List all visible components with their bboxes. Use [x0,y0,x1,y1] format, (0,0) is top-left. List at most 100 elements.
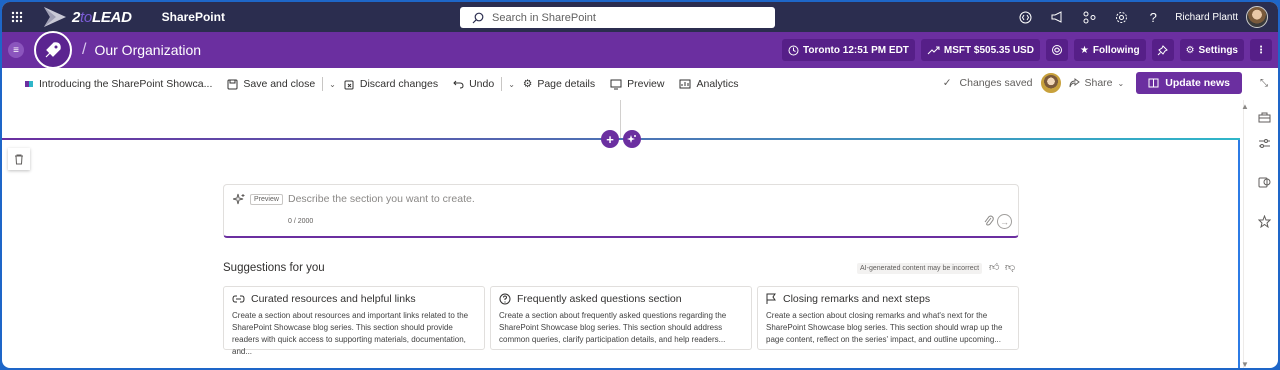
page-details-label: Page details [537,78,596,90]
breadcrumb-separator: / [82,41,87,58]
divider [501,77,503,91]
settings-button[interactable]: ⚙ Settings [1179,39,1244,61]
chevron-down-icon: ⌄ [1117,78,1125,88]
user-name[interactable]: Richard Plantt [1175,12,1238,23]
preview-label: Preview [627,78,665,90]
analytics-icon [679,79,691,89]
collapse-icon[interactable]: ⤡ [1260,78,1268,89]
help-icon[interactable]: ? [1137,2,1169,32]
brand-logo[interactable]: 2toLEAD [42,6,132,28]
card-description: Create a section about frequently asked … [499,311,727,344]
site-title[interactable]: Our Organization [94,42,201,58]
design-ideas-icon[interactable] [1257,175,1271,189]
page-name: Introducing the SharePoint Showca... [39,78,213,90]
more-button[interactable]: ⋮ [1250,39,1272,61]
star-icon: ★ [1079,44,1089,56]
save-close-button[interactable]: Save and close [227,78,315,90]
question-icon [499,293,511,305]
send-button[interactable]: → [997,214,1012,229]
update-news-button[interactable]: Update news [1136,72,1242,94]
share-label: Share [1084,77,1113,89]
discard-button[interactable]: Discard changes [344,78,438,90]
app-title[interactable]: SharePoint [162,10,225,24]
save-close-label: Save and close [243,78,316,90]
share-button[interactable]: Share ⌄ [1069,77,1125,89]
attach-icon[interactable] [984,215,994,227]
suggestions-title: Suggestions for you [223,262,325,274]
search-icon [472,12,484,23]
brand-name: 2toLEAD [72,8,132,26]
right-toolbox-rail [1243,100,1278,368]
command-bar-right: ✓ Changes saved Share ⌄ Update news ⤡ [943,72,1268,94]
site-logo[interactable] [34,31,72,69]
card-title: Frequently asked questions section [517,293,682,305]
analytics-label: Analytics [696,78,739,90]
user-avatar[interactable] [1246,6,1268,28]
pin-button[interactable] [1151,39,1174,61]
chevron-down-icon[interactable]: ⌄ [329,80,336,89]
discard-label: Discard changes [359,78,439,90]
thumbs-up-icon[interactable]: 👍︎ [989,261,999,273]
suite-bar: 2toLEAD SharePoint Search in SharePoint [2,2,1278,32]
editor-avatar[interactable] [1040,73,1061,93]
prompt-input[interactable]: Describe the section you want to create. [288,193,475,205]
ai-prompt-box[interactable]: Preview Describe the section you want to… [223,184,1019,238]
checkmark-icon: ✓ [942,77,952,89]
chevron-down-icon[interactable]: ⌄ [508,80,515,89]
suggestion-card[interactable]: Curated resources and helpful links Crea… [223,286,485,356]
settings-icon[interactable] [1105,2,1137,32]
hub-bar: ≡ / Our Organization Toronto 12:51 PM ED… [2,31,1278,69]
page-details-button[interactable]: ⚙ Page details [523,78,595,90]
preview-button[interactable]: Preview [610,78,664,90]
page-name-item[interactable]: Introducing the SharePoint Showca... [24,78,212,90]
code-icon[interactable] [1009,2,1041,32]
scroll-up-arrow[interactable]: ▲ [1241,102,1249,111]
sparkle-icon [627,135,636,143]
following-button[interactable]: ★ Following [1073,39,1146,61]
arrow-right-icon: → [1000,216,1009,227]
delete-section-button[interactable] [8,148,30,170]
thumbs-down-icon[interactable]: 👎︎ [1005,261,1015,273]
time-widget[interactable]: Toronto 12:51 PM EDT [781,39,915,61]
changes-saved-status: Changes saved [959,77,1033,89]
app-launcher-icon[interactable] [4,2,30,32]
preview-icon [610,79,622,89]
megaphone-icon[interactable] [1041,2,1073,32]
search-box[interactable]: Search in SharePoint [460,7,775,28]
scroll-down-arrow[interactable]: ▼ [1241,360,1249,368]
time-label: Toronto 12:51 PM EDT [802,44,909,56]
share-network-icon[interactable] [1073,2,1105,32]
add-section-button[interactable]: + [601,130,619,148]
suggestion-card[interactable]: Frequently asked questions section Creat… [490,286,752,350]
trend-up-icon [927,46,940,55]
discard-icon [344,80,354,89]
update-news-label: Update news [1165,77,1230,89]
toolbox-icon[interactable] [1257,110,1271,124]
copilot-button[interactable] [1045,39,1068,61]
app-frame: 2toLEAD SharePoint Search in SharePoint [2,2,1278,368]
share-icon [1069,78,1080,88]
clock-icon [788,45,799,55]
sliders-icon[interactable] [1257,136,1271,150]
section-divider-line [620,100,621,138]
copilot-icon [1051,45,1062,55]
divider [322,77,324,91]
save-icon [227,79,238,89]
ai-section-button[interactable] [623,130,641,148]
star-sparkle-icon[interactable] [1257,214,1271,228]
search-placeholder: Search in SharePoint [492,11,596,24]
brand-arrow-icon [44,7,66,27]
hub-menu-icon[interactable]: ≡ [8,42,24,58]
undo-label: Undo [469,78,495,90]
analytics-button[interactable]: Analytics [679,78,739,90]
card-title: Closing remarks and next steps [783,293,931,305]
ai-disclaimer: AI-generated content may be incorrect [857,263,983,274]
stock-widget[interactable]: MSFT $505.35 USD [920,39,1040,61]
card-title: Curated resources and helpful links [251,293,416,305]
suggestion-card[interactable]: Closing remarks and next steps Create a … [757,286,1019,350]
undo-icon [453,80,464,89]
rocket-icon [45,42,61,58]
undo-button[interactable]: Undo [453,78,494,90]
sparkle-icon [233,193,245,205]
gear-icon: ⚙ [522,78,533,90]
